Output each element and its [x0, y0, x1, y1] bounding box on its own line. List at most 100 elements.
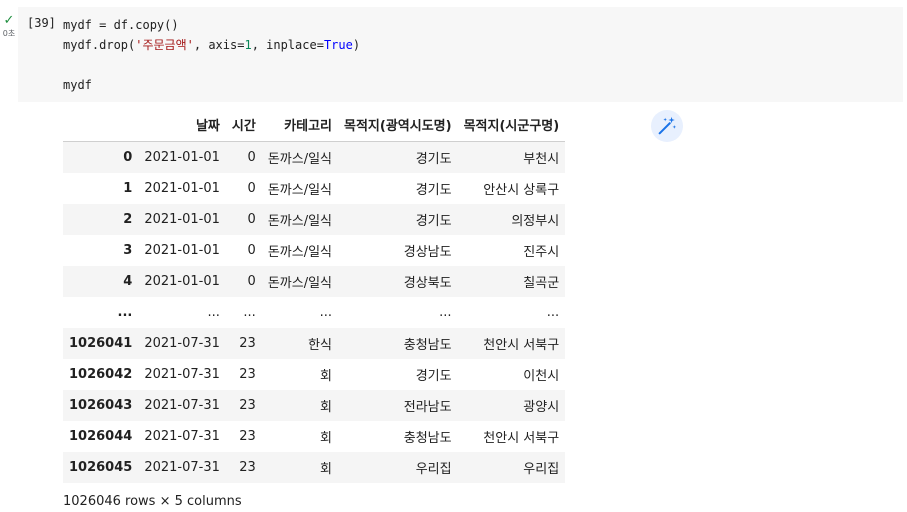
table-header-row: 날짜 시간 카테고리 목적지(광역시도명) 목적지(시군구명) [63, 108, 566, 142]
table-cell: 경상남도 [403, 245, 452, 260]
table-cell: 2021-07-31 [144, 367, 220, 382]
table-cell: 23 [239, 336, 256, 351]
table-cell: 돈까스/일식 [267, 152, 332, 167]
table-cell: 회 [320, 462, 332, 477]
row-index: 1026045 [69, 460, 133, 475]
table-cell: 경기도 [415, 214, 452, 229]
row-index: 0 [123, 150, 133, 165]
table-cell: 0 [247, 150, 256, 165]
table-cell: 회 [320, 369, 332, 384]
table-cell: 의정부시 [511, 214, 560, 229]
table-cell: 안산시 상록구 [483, 183, 560, 198]
table-cell: 0 [247, 212, 256, 227]
row-index: 1026043 [69, 398, 133, 413]
table-cell: 경기도 [415, 369, 452, 384]
table-cell: 천안시 서북구 [483, 338, 560, 353]
table-cell: 2021-07-31 [144, 336, 220, 351]
table-row: 3 2021-01-01 0 돈까스/일식 경상남도 진주시 [63, 235, 565, 266]
table-cell: ... [243, 305, 256, 320]
table-row: 1026045 2021-07-31 23 회 우리집 우리집 [63, 452, 566, 483]
cell-status: ✓ 0초 [0, 14, 18, 39]
row-index: 4 [123, 274, 133, 289]
table-cell: ... [546, 305, 560, 320]
check-icon: ✓ [3, 13, 15, 28]
table-cell: 우리집 [523, 462, 560, 477]
table-row: .................. [63, 297, 565, 328]
index-header [63, 108, 139, 142]
table-cell: 2021-01-01 [144, 243, 220, 258]
code-token: , axis= [193, 38, 245, 52]
table-cell: 충청남도 [403, 338, 452, 353]
table-cell: 2021-01-01 [144, 212, 220, 227]
table-cell: 2021-07-31 [144, 460, 220, 475]
table-row: 4 2021-01-01 0 돈까스/일식 경상북도 칠곡군 [63, 266, 566, 297]
table-cell: 광양시 [523, 400, 560, 415]
magic-suggest-button[interactable] [651, 110, 683, 142]
column-header: 카테고리 [261, 108, 338, 142]
table-cell: 회 [320, 400, 332, 415]
code-token: , inplace= [251, 38, 324, 52]
execution-time: 0초 [2, 29, 16, 38]
code-token: '주문금액' [135, 38, 194, 52]
table-cell: 2021-01-01 [144, 181, 220, 196]
table-row: 1026041 2021-07-31 23 한식 충청남도 천안시 서북구 [63, 328, 566, 359]
code-token: mydf.drop( [63, 38, 136, 52]
table-cell: 부천시 [523, 152, 560, 167]
table-cell: 충청남도 [403, 431, 452, 446]
table-cell: 2021-01-01 [144, 274, 220, 289]
column-header: 날짜 [138, 108, 226, 142]
table-cell: 전라남도 [403, 400, 452, 415]
row-index: 1 [123, 181, 133, 196]
table-row: 0 2021-01-01 0 돈까스/일식 경기도 부천시 [63, 141, 566, 173]
table-cell: 2021-01-01 [144, 150, 220, 165]
table-cell: 23 [239, 398, 256, 413]
table-cell: ... [439, 305, 452, 320]
code-token: True [323, 38, 353, 52]
table-cell: 한식 [308, 338, 332, 353]
table-cell: 돈까스/일식 [267, 245, 332, 260]
row-index: 2 [123, 212, 133, 227]
table-cell: ... [207, 305, 220, 320]
table-cell: 우리집 [415, 462, 452, 477]
column-header: 시간 [225, 108, 262, 142]
table-cell: 돈까스/일식 [267, 276, 332, 291]
row-index: 3 [123, 243, 133, 258]
dataframe-shape: 1026046 rows × 5 columns [63, 494, 242, 509]
table-row: 1026044 2021-07-31 23 회 충청남도 천안시 서북구 [63, 421, 565, 452]
execution-count: [39] [27, 16, 56, 30]
table-cell: 0 [247, 181, 256, 196]
code-token: mydf [63, 78, 92, 92]
table-cell: 이천시 [523, 369, 560, 384]
code-token: ) [352, 38, 361, 52]
table-cell: 천안시 서북구 [483, 431, 560, 446]
table-body: 0 2021-01-01 0 돈까스/일식 경기도 부천시 1 2021-01-01 0 돈까스/… [63, 141, 566, 483]
table-cell: 회 [320, 431, 332, 446]
column-header: 목적지(시군구명) [457, 108, 566, 142]
table-row: 1026042 2021-07-31 23 회 경기도 이천시 [63, 359, 565, 390]
table-cell: 돈까스/일식 [267, 214, 332, 229]
table-cell: 경기도 [415, 183, 452, 198]
table-cell: ... [319, 305, 332, 320]
row-index: ... [117, 305, 133, 320]
table-cell: 돈까스/일식 [267, 183, 332, 198]
table-cell: 23 [239, 460, 256, 475]
code-cell[interactable]: mydf = df.copy() mydf.drop('주문금액', axis=… [18, 7, 903, 102]
table-cell: 0 [247, 243, 256, 258]
dataframe-table: 날짜 시간 카테고리 목적지(광역시도명) 목적지(시군구명) 0 2021-01-01 0… [63, 108, 566, 483]
table-cell: 0 [247, 274, 256, 289]
row-index: 1026042 [69, 367, 133, 382]
table-cell: 2021-07-31 [144, 429, 220, 444]
table-row: 1026043 2021-07-31 23 회 전라남도 광양시 [63, 390, 566, 421]
table-cell: 경기도 [415, 152, 452, 167]
table-cell: 칠곡군 [523, 276, 560, 291]
cell-output: 날짜 시간 카테고리 목적지(광역시도명) 목적지(시군구명) 0 2021-01-01 0… [63, 108, 566, 483]
code-token: 1 [244, 38, 252, 52]
table-cell: 23 [239, 367, 256, 382]
row-index: 1026041 [69, 336, 133, 351]
table-row: 2 2021-01-01 0 돈까스/일식 경기도 의정부시 [63, 204, 566, 235]
row-index: 1026044 [69, 429, 133, 444]
table-cell: 경상북도 [403, 276, 452, 291]
magic-wand-sparkle-icon [658, 116, 677, 135]
table-row: 1 2021-01-01 0 돈까스/일식 경기도 안산시 상록구 [63, 173, 565, 204]
code-editor[interactable]: mydf = df.copy() mydf.drop('주문금액', axis=… [63, 15, 360, 95]
